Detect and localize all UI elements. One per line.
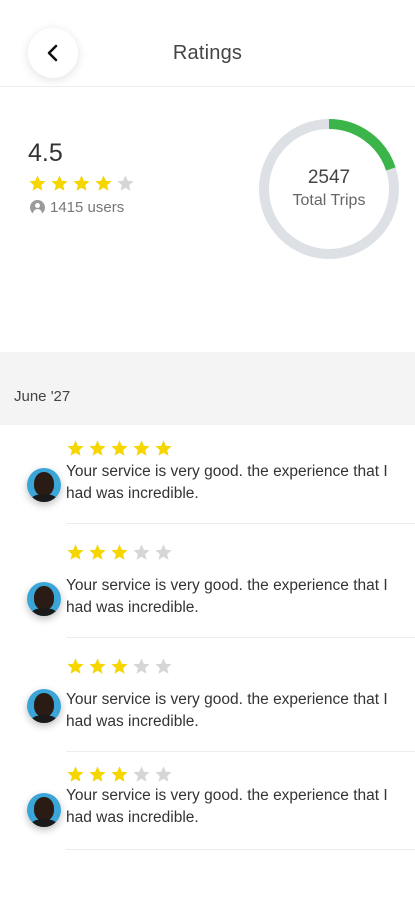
star-filled-icon — [89, 544, 106, 560]
star-filled-icon — [89, 658, 106, 674]
star-empty-icon — [133, 544, 150, 560]
user-icon — [30, 200, 45, 215]
review-item[interactable]: Your service is very good. the experienc… — [0, 653, 415, 763]
average-rating-stars — [28, 174, 135, 193]
star-filled-icon — [29, 175, 46, 191]
review-item[interactable]: Your service is very good. the experienc… — [0, 539, 415, 649]
star-filled-icon — [89, 440, 106, 456]
review-item[interactable]: Your service is very good. the experienc… — [0, 761, 415, 871]
average-rating: 4.5 — [28, 139, 63, 167]
star-empty-icon — [155, 544, 172, 560]
total-trips-count: 2547 — [307, 167, 351, 188]
star-filled-icon — [51, 175, 68, 191]
review-stars — [66, 439, 173, 458]
header: Ratings — [0, 0, 415, 86]
star-empty-icon — [133, 658, 150, 674]
review-text: Your service is very good. the experienc… — [66, 691, 388, 730]
avatar — [27, 468, 61, 502]
star-filled-icon — [111, 658, 128, 674]
review-divider — [66, 637, 415, 638]
star-filled-icon — [67, 658, 84, 674]
star-empty-icon — [155, 766, 172, 782]
review-divider — [66, 849, 415, 850]
avatar — [27, 793, 61, 827]
avatar — [27, 582, 61, 616]
review-text: Your service is very good. the experienc… — [66, 787, 388, 826]
users-count-label: 1415 users — [50, 199, 125, 216]
donut-center: 2547 Total Trips — [257, 117, 401, 261]
review-item[interactable]: Your service is very good. the experienc… — [0, 425, 415, 535]
review-stars — [66, 543, 173, 562]
star-empty-icon — [117, 175, 134, 191]
rating-summary: 4.5 1415 users 2547 Total Trips — [0, 87, 415, 352]
star-filled-icon — [155, 440, 172, 456]
star-filled-icon — [89, 766, 106, 782]
star-filled-icon — [67, 766, 84, 782]
star-filled-icon — [111, 440, 128, 456]
users-count: 1415 users — [30, 199, 124, 216]
star-empty-icon — [133, 766, 150, 782]
review-stars — [66, 765, 173, 784]
star-filled-icon — [111, 766, 128, 782]
month-label: June '27 — [14, 388, 71, 405]
month-section-header: June '27 — [0, 352, 415, 425]
star-filled-icon — [111, 544, 128, 560]
review-divider — [66, 751, 415, 752]
review-text: Your service is very good. the experienc… — [66, 463, 388, 502]
star-filled-icon — [73, 175, 90, 191]
review-divider — [66, 523, 415, 524]
star-filled-icon — [67, 544, 84, 560]
total-trips-label: Total Trips — [292, 192, 366, 209]
star-filled-icon — [67, 440, 84, 456]
review-stars — [66, 657, 173, 676]
star-empty-icon — [155, 658, 172, 674]
review-text: Your service is very good. the experienc… — [66, 577, 388, 616]
star-filled-icon — [95, 175, 112, 191]
page-title: Ratings — [172, 42, 243, 64]
avatar — [27, 689, 61, 723]
star-filled-icon — [133, 440, 150, 456]
ratings-screen: Ratings 4.5 1415 users 2547 Total Trips … — [0, 0, 415, 900]
